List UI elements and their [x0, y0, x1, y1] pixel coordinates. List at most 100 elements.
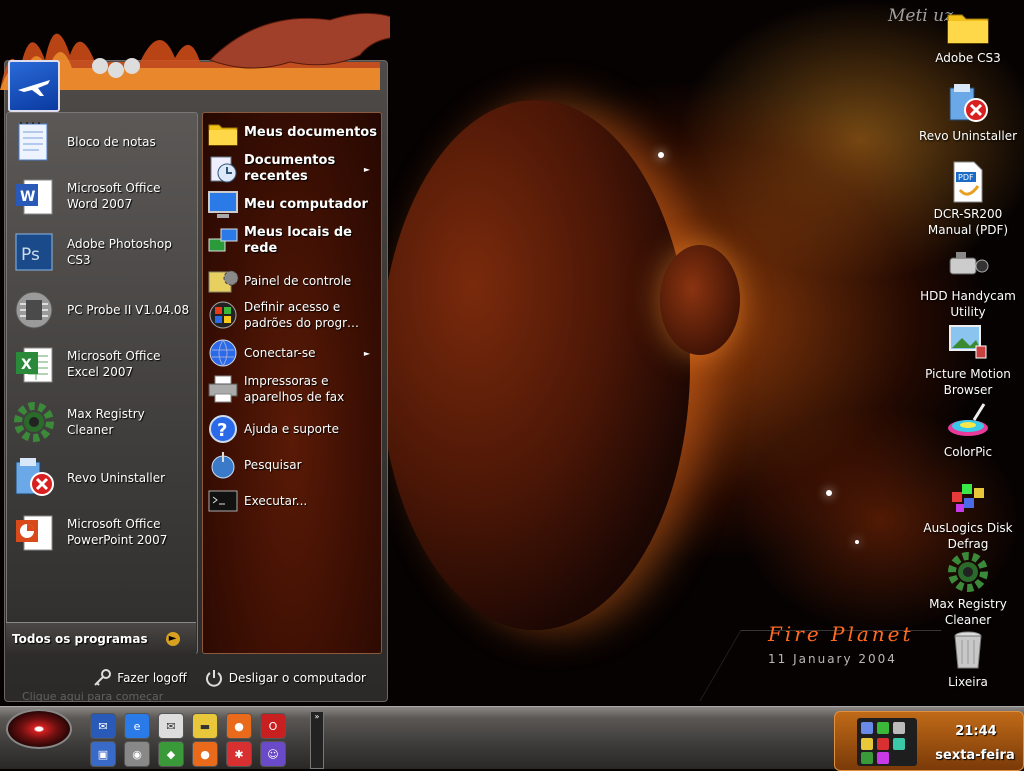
desktop-icon-recycle-bin[interactable]: Lixeira	[913, 626, 1023, 690]
network-icon	[206, 224, 240, 258]
place-my-computer[interactable]: Meu computador	[206, 188, 378, 222]
place-control-panel[interactable]: Painel de controle	[206, 264, 378, 298]
start-button[interactable]	[6, 709, 72, 749]
desktop-icon-adobe-cs3[interactable]: Adobe CS3	[913, 2, 1023, 66]
windows-logo-icon	[206, 298, 240, 332]
start-item-notepad[interactable]: Bloco de notas	[10, 116, 192, 168]
planet-graphic	[380, 100, 690, 630]
control-panel-icon	[206, 264, 240, 298]
powerpoint-icon	[10, 508, 58, 556]
computer-icon	[206, 188, 240, 222]
tray-globe-icon[interactable]	[877, 722, 889, 734]
all-programs-button[interactable]: Todos os programas ►	[6, 622, 196, 655]
start-hint-text: Clique aqui para começar	[22, 690, 164, 703]
camcorder-icon	[944, 240, 992, 288]
quicklaunch-ie-icon[interactable]: e	[124, 713, 150, 739]
desktop-icon-hdd-handycam[interactable]: HDD Handycam Utility	[913, 240, 1023, 320]
start-item-word[interactable]: W Microsoft Office Word 2007	[10, 170, 192, 222]
photo-browser-icon	[944, 318, 992, 366]
moon-graphic	[660, 245, 740, 355]
quicklaunch-nero-icon[interactable]: ◆	[158, 741, 184, 767]
desktop-icon-picture-motion-browser[interactable]: Picture Motion Browser	[913, 318, 1023, 398]
tray-volume-icon[interactable]	[893, 722, 905, 734]
run-icon	[206, 484, 240, 518]
place-printers[interactable]: Impressoras e aparelhos de fax	[206, 372, 378, 406]
wallpaper-date: 11 January 2004	[768, 652, 897, 666]
word-icon: W	[10, 172, 58, 220]
recent-docs-icon	[206, 152, 240, 186]
tray-security-icon[interactable]	[861, 738, 873, 750]
quicklaunch-folder-icon[interactable]: ▬	[192, 713, 218, 739]
quicklaunch-mail-icon[interactable]: ✉	[158, 713, 184, 739]
start-item-max-registry-cleaner[interactable]: Max Registry Cleaner	[10, 396, 192, 448]
star-sparkle	[658, 152, 664, 158]
day-of-week: sexta-feira	[935, 748, 1015, 763]
defrag-icon	[944, 472, 992, 520]
desktop-icon-max-registry-cleaner[interactable]: Max Registry Cleaner	[913, 548, 1023, 628]
quicklaunch-overflow-button[interactable]: »	[310, 711, 324, 769]
star-sparkle	[826, 490, 832, 496]
taskbar: ✉ e ✉ ▬ ● O ▣ ◉ ◆ ● ✱ ☺ » 21:44 sexta-fe…	[0, 706, 1024, 771]
place-recent-documents[interactable]: Documentos recentes ►	[206, 152, 378, 186]
quicklaunch-outlook-icon[interactable]: ✉	[90, 713, 116, 739]
star-sparkle	[855, 540, 859, 544]
uninstaller-icon	[10, 454, 58, 502]
svg-text:?: ?	[217, 420, 227, 441]
quicklaunch-firefox-alt-icon[interactable]: ●	[192, 741, 218, 767]
uninstaller-icon	[944, 80, 992, 128]
place-search[interactable]: Pesquisar	[206, 448, 378, 482]
submenu-arrow-icon: ►	[363, 348, 370, 358]
start-item-pc-probe[interactable]: PC Probe II V1.04.08	[10, 284, 192, 336]
photoshop-icon: Ps	[10, 228, 58, 276]
desktop-icon-auslogics-defrag[interactable]: AusLogics Disk Defrag	[913, 472, 1023, 552]
airplane-icon	[18, 80, 50, 96]
folder-icon	[206, 116, 240, 150]
place-network[interactable]: Meus locais de rede	[206, 224, 378, 258]
clock[interactable]: 21:44	[933, 724, 1019, 739]
tray-app-icon[interactable]	[861, 752, 873, 764]
quicklaunch-opera-icon[interactable]: O	[260, 713, 286, 739]
arrow-right-icon: ►	[165, 632, 180, 646]
quicklaunch-messenger-icon[interactable]: ☺	[260, 741, 286, 767]
folder-icon	[944, 2, 992, 50]
place-connect[interactable]: Conectar-se ►	[206, 336, 378, 370]
gear-icon	[10, 398, 58, 446]
tray-update-icon[interactable]	[893, 738, 905, 750]
quicklaunch-acrobat-icon[interactable]: ✱	[226, 741, 252, 767]
place-program-access[interactable]: Definir acesso e padrões do progr…	[206, 298, 378, 332]
search-icon	[206, 448, 240, 482]
svg-text:PDF: PDF	[958, 173, 974, 182]
start-item-photoshop[interactable]: Ps Adobe Photoshop CS3	[10, 226, 192, 278]
start-item-revo-uninstaller[interactable]: Revo Uninstaller	[10, 452, 192, 504]
svg-text:X: X	[21, 357, 32, 373]
tray-network-icon[interactable]	[861, 722, 873, 734]
desktop-icon-colorpic[interactable]: ColorPic	[913, 396, 1023, 460]
quicklaunch-firefox-icon[interactable]: ●	[226, 713, 252, 739]
place-run[interactable]: Executar...	[206, 484, 378, 518]
help-icon: ?	[206, 412, 240, 446]
key-icon	[91, 667, 113, 689]
tray-antivirus-icon[interactable]	[877, 738, 889, 750]
start-item-excel[interactable]: X Microsoft Office Excel 2007	[10, 338, 192, 390]
quicklaunch-media-icon[interactable]: ◉	[124, 741, 150, 767]
system-tray: 21:44 sexta-feira	[834, 711, 1024, 771]
svg-text:W: W	[20, 189, 35, 205]
shutdown-button[interactable]: Desligar o computador	[203, 667, 366, 689]
recycle-bin-icon	[944, 626, 992, 674]
tray-app-icon[interactable]	[877, 752, 889, 764]
desktop-icon-revo-uninstaller[interactable]: Revo Uninstaller	[913, 80, 1023, 144]
desktop-icon-dcr-manual[interactable]: PDF DCR-SR200 Manual (PDF)	[913, 158, 1023, 238]
logoff-button[interactable]: Fazer logoff	[91, 667, 187, 689]
quicklaunch-show-desktop-icon[interactable]: ▣	[90, 741, 116, 767]
start-item-powerpoint[interactable]: Microsoft Office PowerPoint 2007	[10, 506, 192, 558]
svg-text:Ps: Ps	[21, 245, 40, 265]
place-help[interactable]: ? Ajuda e suporte	[206, 412, 378, 446]
place-my-documents[interactable]: Meus documentos	[206, 116, 378, 150]
notepad-icon	[10, 118, 58, 166]
user-picture[interactable]	[8, 60, 60, 112]
pdf-icon: PDF	[944, 158, 992, 206]
submenu-arrow-icon: ►	[363, 164, 370, 174]
pc-probe-icon	[10, 286, 58, 334]
globe-icon	[206, 336, 240, 370]
power-icon	[203, 667, 225, 689]
